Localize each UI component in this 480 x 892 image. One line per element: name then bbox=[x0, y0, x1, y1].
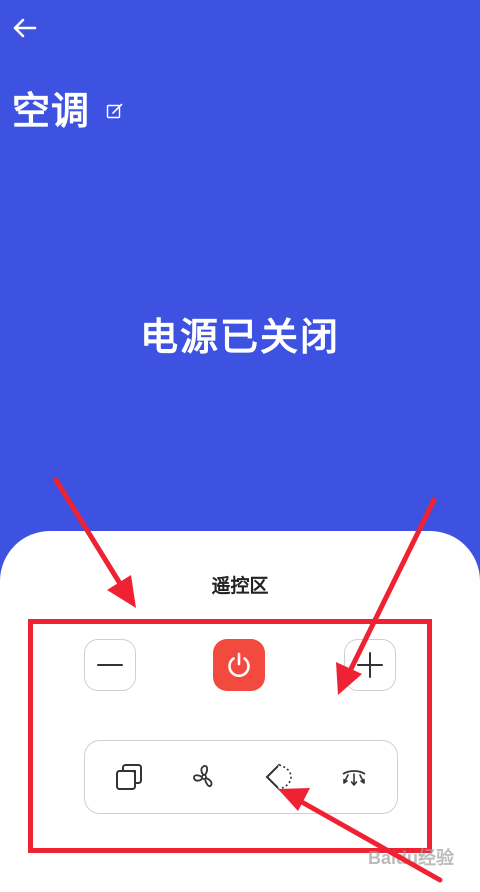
temperature-up-button[interactable] bbox=[344, 639, 396, 691]
back-button[interactable] bbox=[6, 10, 42, 46]
remote-panel: 遥控区 Baidu经验 bbox=[0, 531, 480, 892]
mode-button[interactable] bbox=[105, 753, 153, 801]
swing-button[interactable] bbox=[255, 753, 303, 801]
airflow-direction-icon bbox=[342, 770, 365, 786]
edit-button[interactable] bbox=[104, 100, 126, 122]
arrow-left-icon bbox=[13, 18, 37, 38]
fan-speed-button[interactable] bbox=[180, 753, 228, 801]
power-icon bbox=[228, 652, 250, 677]
power-button[interactable] bbox=[213, 639, 265, 691]
mode-icon bbox=[115, 764, 142, 790]
minus-icon bbox=[97, 664, 123, 666]
airflow-direction-button[interactable] bbox=[330, 753, 378, 801]
power-status-text: 电源已关闭 bbox=[139, 315, 340, 359]
mode-control-bar bbox=[84, 740, 398, 814]
remote-panel-title: 遥控区 bbox=[211, 575, 269, 597]
device-title: 空调 bbox=[12, 88, 91, 133]
temperature-down-button[interactable] bbox=[84, 639, 136, 691]
swing-icon bbox=[265, 763, 293, 791]
watermark: Baidu经验 bbox=[367, 848, 454, 868]
edit-icon bbox=[106, 103, 123, 119]
fan-speed-icon bbox=[192, 765, 212, 788]
title-row: 空调 bbox=[12, 82, 126, 133]
plus-icon bbox=[357, 652, 383, 678]
